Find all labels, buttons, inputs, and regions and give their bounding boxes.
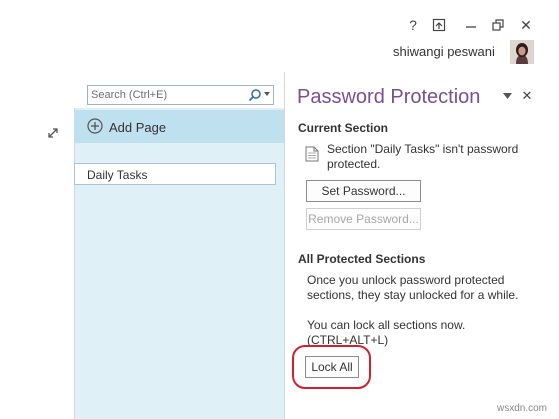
search-box[interactable] — [87, 85, 274, 105]
expand-icon[interactable] — [47, 127, 59, 139]
section-status-line-1: Section "Daily Tasks" isn't password — [327, 142, 519, 156]
restore-icon — [492, 19, 504, 31]
watermark: wsxdn.com — [497, 403, 548, 414]
user-name[interactable]: shiwangi peswani — [393, 44, 495, 59]
add-page-label: Add Page — [109, 120, 167, 135]
help-button[interactable]: ? — [404, 16, 422, 34]
pane-close-button[interactable]: ✕ — [520, 88, 534, 104]
lock-info-line-1: You can lock all sections now. — [307, 318, 466, 332]
remove-password-button[interactable]: Remove Password... — [306, 208, 421, 230]
current-section-heading: Current Section — [298, 121, 389, 135]
lock-all-button[interactable]: Lock All — [305, 356, 359, 378]
pane-title: Password Protection — [297, 86, 481, 108]
unlock-info-line-2: sections, they stay unlocked for a while… — [307, 288, 519, 302]
search-icon[interactable] — [248, 88, 262, 102]
search-scope-chevron-icon[interactable] — [264, 92, 270, 96]
minimize-icon — [466, 26, 476, 28]
unlock-info-line-1: Once you unlock password protected — [307, 273, 505, 287]
ribbon-display-icon — [432, 18, 446, 32]
avatar[interactable] — [510, 40, 534, 64]
pane-divider — [284, 72, 285, 419]
ribbon-display-options-button[interactable] — [430, 16, 448, 34]
document-icon — [305, 146, 319, 162]
pane-options-chevron-icon[interactable] — [503, 93, 512, 99]
page-item-label: Daily Tasks — [87, 168, 148, 182]
set-password-button[interactable]: Set Password... — [306, 180, 421, 202]
add-page-button[interactable]: Add Page — [74, 110, 284, 143]
add-icon — [87, 118, 103, 134]
section-status-line-2: protected. — [327, 157, 381, 171]
user-avatar-icon — [510, 40, 534, 64]
page-item-daily-tasks[interactable]: Daily Tasks — [74, 163, 276, 185]
search-input[interactable] — [91, 88, 241, 102]
page-list-pane — [74, 108, 285, 419]
all-protected-sections-heading: All Protected Sections — [298, 252, 426, 266]
restore-button[interactable] — [489, 16, 507, 34]
minimize-button[interactable] — [462, 16, 480, 34]
close-button[interactable]: ✕ — [517, 16, 535, 34]
